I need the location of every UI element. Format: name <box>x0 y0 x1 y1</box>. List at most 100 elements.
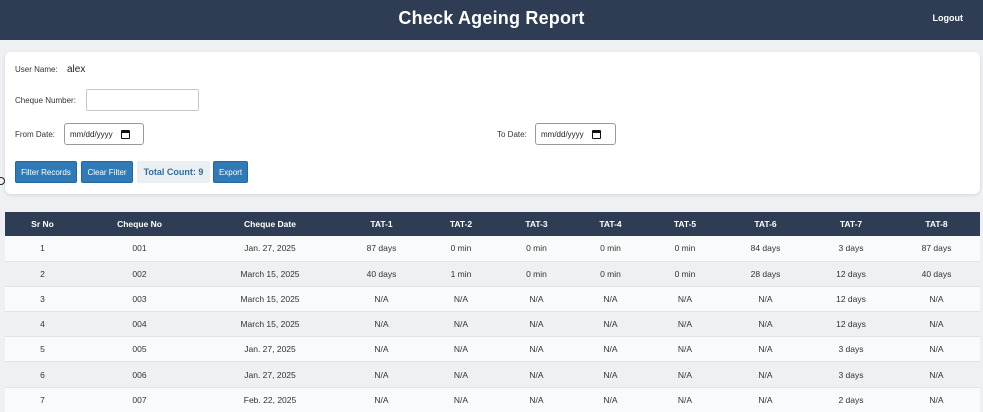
table-row: 4 004 March 15, 2025 N/A N/A N/A N/A N/A N/A 12 d… <box>5 311 980 338</box>
clear-filter-button[interactable]: Clear Filter <box>81 161 133 183</box>
column-header: TAT-6 <box>722 212 809 236</box>
table-cell: N/A <box>422 387 500 412</box>
table-header-row: Sr No Cheque No Cheque Date TAT-1 TAT-2 … <box>5 212 980 236</box>
table-cell: N/A <box>341 387 422 412</box>
table-cell: N/A <box>648 286 722 313</box>
table-row: 7 007 Feb. 22, 2025 N/A N/A N/A N/A N/A N/A 2 day… <box>5 387 980 412</box>
table-cell: N/A <box>648 336 722 363</box>
table-cell: Jan. 27, 2025 <box>199 236 341 262</box>
to-date-input[interactable]: mm/dd/yyyy <box>535 123 616 145</box>
table-cell: 4 <box>5 311 80 338</box>
top-bar: Check Ageing Report Logout <box>0 0 983 40</box>
table-cell: N/A <box>573 286 648 313</box>
column-header: TAT-7 <box>809 212 893 236</box>
table-cell: 0 min <box>573 261 648 287</box>
table-cell: 0 min <box>500 261 573 287</box>
column-header: TAT-1 <box>341 212 422 236</box>
table-cell: N/A <box>422 361 500 388</box>
table-cell: 3 days <box>809 236 893 262</box>
table-cell: 6 <box>5 361 80 388</box>
table-cell: March 15, 2025 <box>199 286 341 313</box>
table-cell: N/A <box>341 361 422 388</box>
table-cell: 007 <box>80 387 199 412</box>
table-cell: 0 min <box>422 236 500 262</box>
table-cell: 7 <box>5 387 80 412</box>
table-cell: 3 days <box>809 336 893 363</box>
user-name-value: alex <box>67 64 86 75</box>
table-cell: 003 <box>80 286 199 313</box>
ageing-table: Sr No Cheque No Cheque Date TAT-1 TAT-2 … <box>5 212 980 412</box>
table-cell: N/A <box>893 387 980 412</box>
table-cell: 40 days <box>893 261 980 287</box>
table-cell: 0 min <box>573 236 648 262</box>
column-header: Cheque Date <box>199 212 341 236</box>
total-count-badge: Total Count: 9 <box>137 161 210 183</box>
table-cell: 2 days <box>809 387 893 412</box>
table-cell: 006 <box>80 361 199 388</box>
table-cell: N/A <box>341 336 422 363</box>
table-row: 2 002 March 15, 2025 40 days 1 min 0 min 0 min… <box>5 261 980 287</box>
table-cell: Jan. 27, 2025 <box>199 336 341 363</box>
to-date-label: To Date: <box>497 130 527 139</box>
table-cell: N/A <box>573 387 648 412</box>
table-cell: N/A <box>573 361 648 388</box>
logout-link[interactable]: Logout <box>933 13 964 23</box>
cheque-number-input[interactable] <box>86 89 199 111</box>
calendar-icon[interactable] <box>120 129 130 139</box>
table-cell: 12 days <box>809 261 893 287</box>
table-cell: N/A <box>500 286 573 313</box>
page-title: Check Ageing Report <box>398 8 585 28</box>
table-cell: 40 days <box>341 261 422 287</box>
table-cell: 0 min <box>648 236 722 262</box>
table-cell: N/A <box>722 311 809 338</box>
table-cell: 3 days <box>809 361 893 388</box>
export-button[interactable]: Export <box>213 161 248 183</box>
table-cell: N/A <box>500 336 573 363</box>
table-cell: Feb. 22, 2025 <box>199 387 341 412</box>
table-cell: N/A <box>893 361 980 388</box>
table-cell: N/A <box>341 311 422 338</box>
table-cell: N/A <box>722 336 809 363</box>
table-cell: N/A <box>422 286 500 313</box>
table-cell: N/A <box>341 286 422 313</box>
table-row: 1 001 Jan. 27, 2025 87 days 0 min 0 min 0 min 0… <box>5 236 980 262</box>
from-date-input[interactable]: mm/dd/yyyy <box>64 123 144 145</box>
table-cell: 0 min <box>648 261 722 287</box>
column-header: TAT-4 <box>573 212 648 236</box>
table-cell: 5 <box>5 336 80 363</box>
cheque-number-label: Cheque Number: <box>15 96 76 105</box>
table-cell: N/A <box>500 311 573 338</box>
user-name-label: User Name: <box>15 65 58 74</box>
table-cell: N/A <box>648 387 722 412</box>
filter-records-button[interactable]: Filter Records <box>15 161 77 183</box>
table-cell: N/A <box>893 311 980 338</box>
column-header: TAT-5 <box>648 212 722 236</box>
column-header: Cheque No <box>80 212 199 236</box>
column-header: Sr No <box>5 212 80 236</box>
table-cell: 12 days <box>809 286 893 313</box>
table-cell: N/A <box>893 336 980 363</box>
table-cell: 3 <box>5 286 80 313</box>
table-cell: N/A <box>573 311 648 338</box>
table-cell: N/A <box>893 286 980 313</box>
table-cell: 001 <box>80 236 199 262</box>
table-cell: 004 <box>80 311 199 338</box>
table-cell: N/A <box>722 286 809 313</box>
table-cell: March 15, 2025 <box>199 261 341 287</box>
table-cell: N/A <box>648 361 722 388</box>
table-body: 1 001 Jan. 27, 2025 87 days 0 min 0 min 0 min 0… <box>5 236 980 412</box>
table-cell: March 15, 2025 <box>199 311 341 338</box>
table-cell: 12 days <box>809 311 893 338</box>
column-header: TAT-2 <box>422 212 500 236</box>
table-cell: 0 min <box>500 236 573 262</box>
table-cell: 1 min <box>422 261 500 287</box>
table-cell: N/A <box>573 336 648 363</box>
table-cell: 28 days <box>722 261 809 287</box>
filter-panel: User Name: alex Cheque Number: From Date… <box>5 52 980 194</box>
table-cell: 87 days <box>341 236 422 262</box>
table-cell: N/A <box>722 361 809 388</box>
table-cell: N/A <box>422 311 500 338</box>
table-cell: N/A <box>500 361 573 388</box>
calendar-icon[interactable] <box>591 129 601 139</box>
table-cell: N/A <box>722 387 809 412</box>
